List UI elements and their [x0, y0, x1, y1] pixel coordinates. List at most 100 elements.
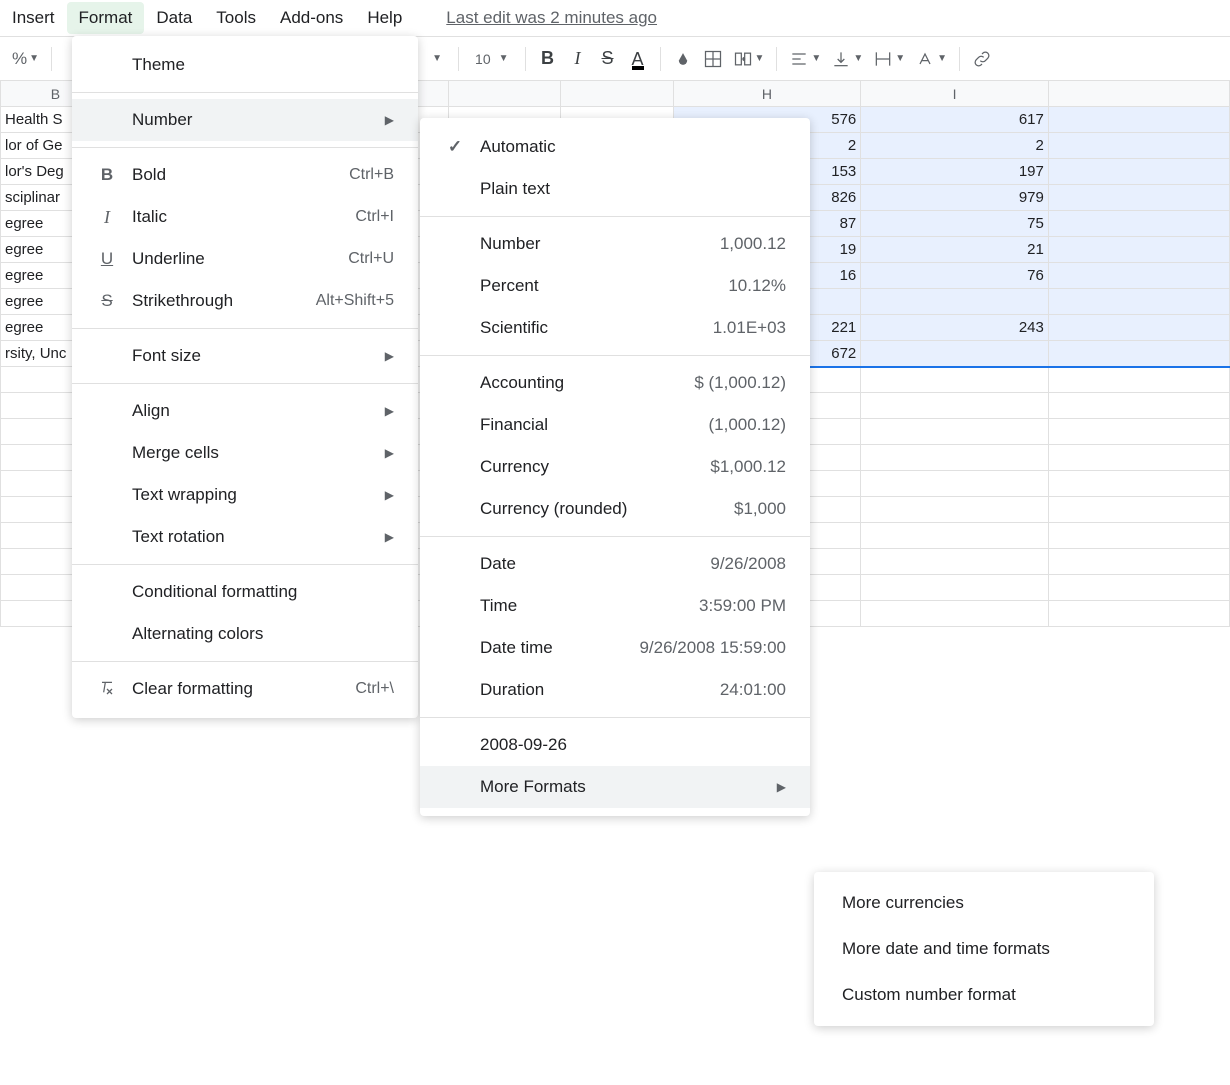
- menu-item-clear-formatting[interactable]: Clear formatting Ctrl+\: [72, 668, 418, 710]
- column-header[interactable]: [448, 81, 561, 107]
- cell[interactable]: 75: [861, 211, 1049, 237]
- cell[interactable]: [1048, 471, 1229, 497]
- cell[interactable]: 243: [861, 315, 1049, 341]
- fill-color-button[interactable]: [669, 45, 697, 73]
- cell[interactable]: [1048, 185, 1229, 211]
- menu-item-currency-rounded[interactable]: Currency (rounded) $1,000: [420, 488, 810, 530]
- column-header[interactable]: [1048, 81, 1229, 107]
- text-wrap-button[interactable]: ▼: [869, 45, 909, 73]
- cell[interactable]: [1048, 133, 1229, 159]
- cell[interactable]: [1048, 367, 1229, 393]
- cell[interactable]: 2: [861, 133, 1049, 159]
- menu-item-more-formats[interactable]: More Formats ▶: [420, 766, 810, 808]
- cell[interactable]: [861, 393, 1049, 419]
- cell[interactable]: [861, 601, 1049, 627]
- menu-item-automatic[interactable]: Automatic: [420, 126, 810, 168]
- cell[interactable]: 197: [861, 159, 1049, 185]
- menu-data[interactable]: Data: [144, 2, 204, 34]
- cell[interactable]: [861, 367, 1049, 393]
- cell[interactable]: 21: [861, 237, 1049, 263]
- dropdown-caret-icon: ▼: [937, 53, 947, 64]
- cell[interactable]: [1048, 237, 1229, 263]
- cell[interactable]: [861, 445, 1049, 471]
- cell[interactable]: [1048, 211, 1229, 237]
- cell[interactable]: 979: [861, 185, 1049, 211]
- menu-item-financial[interactable]: Financial (1,000.12): [420, 404, 810, 446]
- menu-item-align[interactable]: Align ▶: [72, 390, 418, 432]
- menu-item-custom-number-format[interactable]: Custom number format: [814, 972, 1154, 1018]
- cell[interactable]: [861, 575, 1049, 601]
- menu-item-currency[interactable]: Currency $1,000.12: [420, 446, 810, 488]
- menu-item-underline[interactable]: U Underline Ctrl+U: [72, 238, 418, 280]
- cell[interactable]: [861, 471, 1049, 497]
- last-edit-link[interactable]: Last edit was 2 minutes ago: [446, 8, 657, 28]
- menu-item-time[interactable]: Time 3:59:00 PM: [420, 585, 810, 627]
- column-header[interactable]: [561, 81, 674, 107]
- borders-button[interactable]: [699, 45, 727, 73]
- menu-item-text-wrapping[interactable]: Text wrapping ▶: [72, 474, 418, 516]
- font-family-dropdown[interactable]: ▼: [422, 45, 450, 73]
- menu-insert[interactable]: Insert: [0, 2, 67, 34]
- vertical-align-button[interactable]: ▼: [827, 45, 867, 73]
- menu-item-italic[interactable]: I Italic Ctrl+I: [72, 196, 418, 238]
- menu-item-date[interactable]: Date 9/26/2008: [420, 543, 810, 585]
- menu-item-custom-date[interactable]: 2008-09-26: [420, 724, 810, 766]
- cell[interactable]: [1048, 393, 1229, 419]
- cell[interactable]: [1048, 549, 1229, 575]
- menu-item-plain-text[interactable]: Plain text: [420, 168, 810, 210]
- column-header[interactable]: H: [673, 81, 861, 107]
- menu-item-bold[interactable]: B Bold Ctrl+B: [72, 154, 418, 196]
- cell[interactable]: [861, 523, 1049, 549]
- cell[interactable]: [861, 549, 1049, 575]
- cell[interactable]: [1048, 341, 1229, 367]
- menu-item-conditional-formatting[interactable]: Conditional formatting: [72, 571, 418, 613]
- menu-item-scientific[interactable]: Scientific 1.01E+03: [420, 307, 810, 349]
- menu-item-duration[interactable]: Duration 24:01:00: [420, 669, 810, 711]
- menu-item-accounting[interactable]: Accounting $ (1,000.12): [420, 362, 810, 404]
- menu-item-number[interactable]: Number 1,000.12: [420, 223, 810, 265]
- menu-item-font-size[interactable]: Font size ▶: [72, 335, 418, 377]
- insert-link-button[interactable]: [968, 45, 996, 73]
- menu-item-merge-cells[interactable]: Merge cells ▶: [72, 432, 418, 474]
- menu-item-text-rotation[interactable]: Text rotation ▶: [72, 516, 418, 558]
- cell[interactable]: [861, 289, 1049, 315]
- cell[interactable]: [1048, 419, 1229, 445]
- merge-cells-button[interactable]: ▼: [729, 45, 769, 73]
- cell[interactable]: 617: [861, 107, 1049, 133]
- menu-item-alternating-colors[interactable]: Alternating colors: [72, 613, 418, 655]
- menu-tools[interactable]: Tools: [204, 2, 268, 34]
- menu-item-number[interactable]: Number ▶: [72, 99, 418, 141]
- cell[interactable]: [1048, 575, 1229, 601]
- horizontal-align-button[interactable]: ▼: [785, 45, 825, 73]
- cell[interactable]: [861, 341, 1049, 367]
- menu-item-strikethrough[interactable]: S Strikethrough Alt+Shift+5: [72, 280, 418, 322]
- cell[interactable]: [861, 497, 1049, 523]
- text-color-button[interactable]: A: [624, 45, 652, 73]
- menu-item-percent[interactable]: Percent 10.12%: [420, 265, 810, 307]
- menu-help[interactable]: Help: [355, 2, 414, 34]
- menu-item-more-currencies[interactable]: More currencies: [814, 880, 1154, 926]
- cell[interactable]: [1048, 497, 1229, 523]
- bold-button[interactable]: B: [534, 45, 562, 73]
- text-rotation-button[interactable]: ▼: [911, 45, 951, 73]
- italic-button[interactable]: I: [564, 45, 592, 73]
- menu-item-theme[interactable]: Theme: [72, 44, 418, 86]
- cell[interactable]: [1048, 445, 1229, 471]
- cell[interactable]: [1048, 523, 1229, 549]
- cell[interactable]: 76: [861, 263, 1049, 289]
- menu-add-ons[interactable]: Add-ons: [268, 2, 355, 34]
- cell[interactable]: [1048, 159, 1229, 185]
- column-header[interactable]: I: [861, 81, 1049, 107]
- strikethrough-button[interactable]: S: [594, 45, 622, 73]
- font-size-select[interactable]: 10 ▼: [467, 51, 516, 67]
- cell[interactable]: [1048, 315, 1229, 341]
- cell[interactable]: [1048, 107, 1229, 133]
- menu-item-datetime[interactable]: Date time 9/26/2008 15:59:00: [420, 627, 810, 669]
- cell[interactable]: [1048, 601, 1229, 627]
- menu-format[interactable]: Format: [67, 2, 145, 34]
- cell[interactable]: [1048, 263, 1229, 289]
- cell[interactable]: [861, 419, 1049, 445]
- menu-item-more-date-time-formats[interactable]: More date and time formats: [814, 926, 1154, 972]
- percent-format-button[interactable]: % ▼: [8, 45, 43, 73]
- cell[interactable]: [1048, 289, 1229, 315]
